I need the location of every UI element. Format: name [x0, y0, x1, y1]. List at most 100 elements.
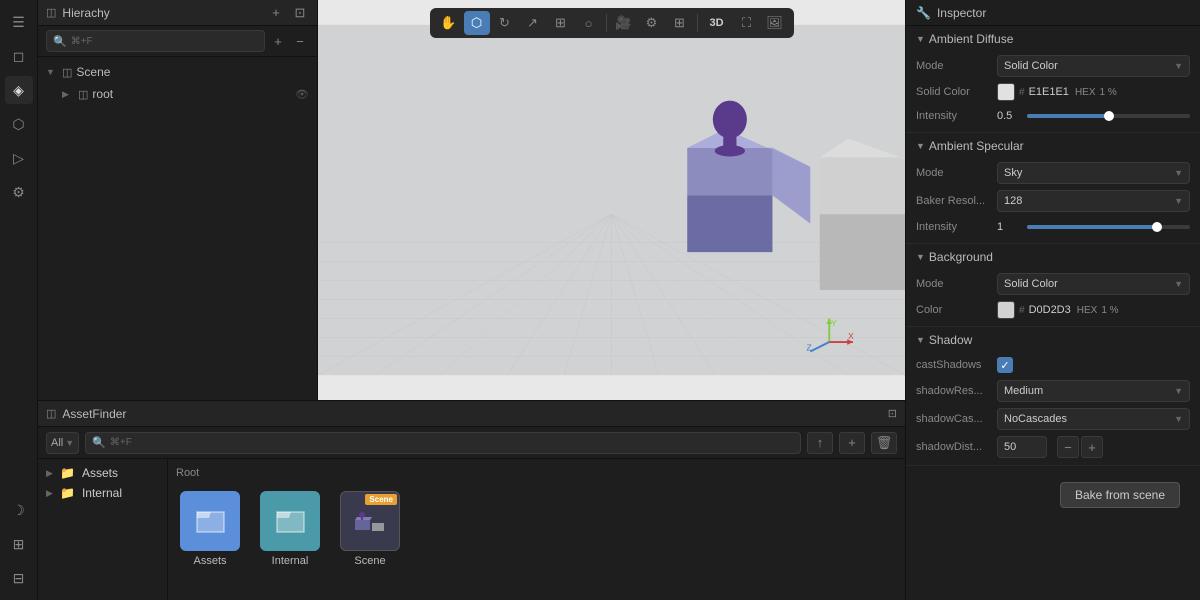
- ambient-diffuse-track[interactable]: [1027, 114, 1190, 118]
- background-hex[interactable]: D0D2D3: [1029, 304, 1071, 316]
- shadow-res-dropdown[interactable]: Medium ▼: [997, 380, 1190, 402]
- shadow-res-value: Medium: [1004, 385, 1043, 397]
- tool-select[interactable]: ⬡: [464, 11, 490, 35]
- ambient-specular-baker-arrow: ▼: [1174, 196, 1183, 206]
- sidebar-collapse-btn[interactable]: ⊟: [5, 564, 33, 592]
- asset-filter-select[interactable]: All ▼: [46, 432, 79, 454]
- ambient-specular-track[interactable]: [1027, 225, 1190, 229]
- asset-breadcrumb: Root: [176, 467, 897, 479]
- background-mode-label: Mode: [916, 278, 991, 290]
- background-swatch[interactable]: [997, 301, 1015, 319]
- ambient-specular-mode-dropdown[interactable]: Sky ▼: [997, 162, 1190, 184]
- asset-delete-btn[interactable]: 🗑: [871, 432, 897, 454]
- tool-rotate[interactable]: ↻: [492, 11, 518, 35]
- sidebar-materials-btn[interactable]: ⬡: [5, 110, 33, 138]
- asset-search-box[interactable]: 🔍 ⌘+F: [85, 432, 801, 454]
- shadow-dist-input[interactable]: 50: [997, 436, 1047, 458]
- shadow-dist-plus[interactable]: +: [1081, 436, 1103, 458]
- assets-item-label: Assets: [193, 555, 226, 567]
- asset-add-btn[interactable]: +: [839, 432, 865, 454]
- sidebar-animation-btn[interactable]: ▷: [5, 144, 33, 172]
- cast-shadows-checkbox[interactable]: ✓: [997, 357, 1013, 373]
- tool-settings[interactable]: ⚙: [639, 11, 665, 35]
- sidebar-moon-btn[interactable]: ☽: [5, 496, 33, 524]
- ambient-diffuse-format: HEX: [1075, 87, 1096, 98]
- tool-maximize[interactable]: ⛶: [734, 11, 760, 35]
- shadow-header[interactable]: ▼ Shadow: [906, 327, 1200, 353]
- viewport[interactable]: ✋ ⬡ ↻ ↗ ⊞ ○ 🎥 ⚙ ⊞ 3D ⛶ 🖼: [318, 0, 905, 400]
- inspector-header: 🔧 Inspector: [906, 0, 1200, 26]
- asset-upload-btn[interactable]: ↑: [807, 432, 833, 454]
- background-color-row: Color # D0D2D3 HEX 1 %: [906, 298, 1200, 322]
- asset-item-assets[interactable]: Assets: [176, 487, 244, 571]
- asset-tree-internal[interactable]: ▶ 📁 Internal: [38, 483, 167, 503]
- hierarchy-minus-btn[interactable]: −: [291, 32, 309, 50]
- asset-finder: ◫ AssetFinder ⊡ All ▼ 🔍 ⌘+F ↑ + 🗑: [38, 400, 905, 600]
- asset-finder-expand[interactable]: ⊡: [888, 407, 897, 420]
- shadow-dist-minus[interactable]: −: [1057, 436, 1079, 458]
- ambient-specular-dropdown-arrow: ▼: [1174, 168, 1183, 178]
- hierarchy-search-row: 🔍 ⌘+F + −: [38, 26, 317, 57]
- ambient-diffuse-intensity-value: 0.5: [997, 110, 1021, 122]
- background-section: ▼ Background Mode Solid Color ▼ Color # …: [906, 244, 1200, 327]
- tool-photo[interactable]: 🖼: [762, 11, 788, 35]
- ambient-diffuse-swatch[interactable]: [997, 83, 1015, 101]
- tool-move[interactable]: ↗: [520, 11, 546, 35]
- background-mode-dropdown[interactable]: Solid Color ▼: [997, 273, 1190, 295]
- hierarchy-expand-btn[interactable]: ⊡: [291, 4, 309, 22]
- ambient-specular-intensity-value: 1: [997, 221, 1021, 233]
- ambient-diffuse-header[interactable]: ▼ Ambient Diffuse: [906, 26, 1200, 52]
- ambient-diffuse-fill: [1027, 114, 1109, 118]
- shadow-cas-dropdown[interactable]: NoCascades ▼: [997, 408, 1190, 430]
- hierarchy-add-btn[interactable]: +: [267, 4, 285, 22]
- asset-finder-title: AssetFinder: [62, 407, 881, 421]
- asset-item-scene[interactable]: Scene: [336, 487, 404, 571]
- assets-arrow: ▶: [46, 468, 56, 479]
- ambient-specular-label: Ambient Specular: [929, 139, 1024, 153]
- asset-search-shortcut: ⌘+F: [110, 437, 132, 448]
- tree-item-scene[interactable]: ▼ ◫ Scene: [38, 61, 317, 83]
- visibility-icon[interactable]: 👁: [295, 88, 309, 101]
- toolbar-divider-2: [697, 14, 698, 32]
- middle-area: ◫ Hierachy + ⊡ 🔍 ⌘+F + − ▼ ◫: [38, 0, 905, 600]
- ambient-diffuse-mode-row: Mode Solid Color ▼: [906, 52, 1200, 80]
- ambient-specular-header[interactable]: ▼ Ambient Specular: [906, 133, 1200, 159]
- bake-from-scene-button[interactable]: Bake from scene: [1060, 482, 1180, 508]
- tool-hand[interactable]: ✋: [436, 11, 462, 35]
- hierarchy-title: Hierachy: [62, 6, 261, 20]
- asset-tree-assets[interactable]: ▶ 📁 Assets: [38, 463, 167, 483]
- ambient-diffuse-hex[interactable]: E1E1E1: [1029, 86, 1069, 98]
- ambient-specular-baker-dropdown[interactable]: 128 ▼: [997, 190, 1190, 212]
- background-header[interactable]: ▼ Background: [906, 244, 1200, 270]
- shadow-cas-arrow: ▼: [1174, 414, 1183, 424]
- tool-grid[interactable]: ⊞: [667, 11, 693, 35]
- hierarchy-search-box[interactable]: 🔍 ⌘+F: [46, 30, 265, 52]
- ambient-specular-mode-label: Mode: [916, 167, 991, 179]
- tool-orbit[interactable]: ○: [576, 11, 602, 35]
- asset-item-internal[interactable]: Internal: [256, 487, 324, 571]
- background-format: HEX: [1077, 305, 1098, 316]
- tree-item-root[interactable]: ▶ ◫ root 👁: [38, 83, 317, 105]
- sidebar-objects-btn[interactable]: ◻: [5, 42, 33, 70]
- tool-scale[interactable]: ⊞: [548, 11, 574, 35]
- root-icon: ◫: [78, 88, 88, 101]
- filter-value: All: [51, 437, 63, 449]
- hierarchy-icon: ◫: [46, 6, 56, 19]
- hash-1: #: [1019, 87, 1025, 98]
- hierarchy-header: ◫ Hierachy + ⊡: [38, 0, 317, 26]
- sidebar-settings-btn[interactable]: ⚙: [5, 178, 33, 206]
- sidebar-scene-btn[interactable]: ◈: [5, 76, 33, 104]
- tool-3d[interactable]: 3D: [702, 11, 732, 35]
- asset-items-container: Assets Internal Scene: [176, 487, 897, 571]
- background-arrow: ▼: [916, 252, 925, 262]
- ambient-specular-slider: 1: [997, 221, 1190, 233]
- shadow-label: Shadow: [929, 333, 972, 347]
- hierarchy-filter-btn[interactable]: +: [269, 32, 287, 50]
- ambient-diffuse-color-input: # E1E1E1 HEX 1 %: [997, 83, 1190, 101]
- sidebar-menu-btn[interactable]: ☰: [5, 8, 33, 36]
- ambient-diffuse-mode-dropdown[interactable]: Solid Color ▼: [997, 55, 1190, 77]
- tool-camera[interactable]: 🎥: [611, 11, 637, 35]
- ambient-specular-baker-value: 128: [1004, 195, 1022, 207]
- asset-finder-header: ◫ AssetFinder ⊡: [38, 401, 905, 427]
- sidebar-translate-btn[interactable]: ⊞: [5, 530, 33, 558]
